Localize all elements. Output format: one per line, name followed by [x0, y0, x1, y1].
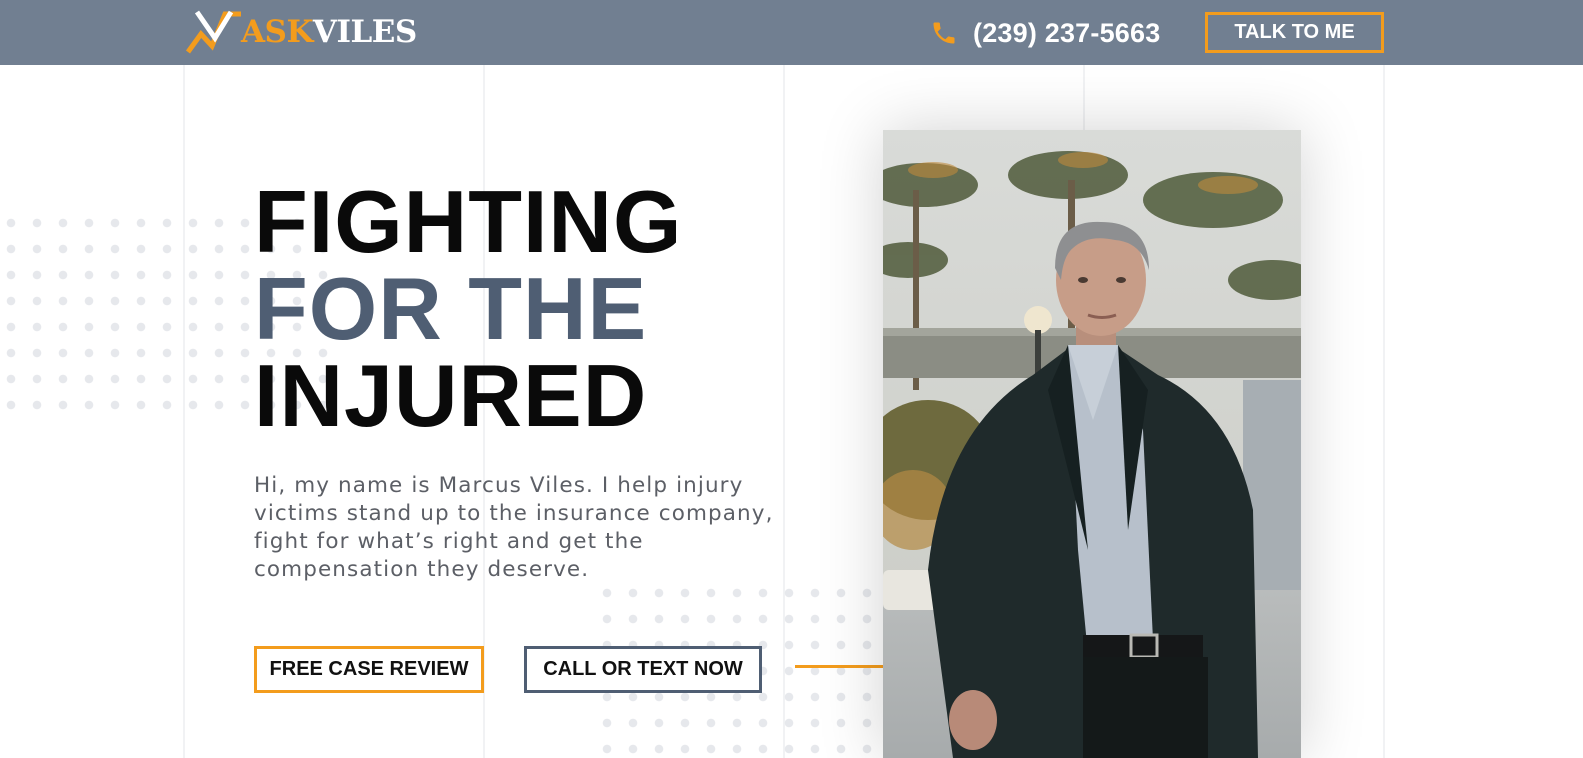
headline-line-2: FOR THE: [254, 259, 648, 358]
guide-line: [1383, 65, 1385, 758]
logo-wordmark: ASKVILES: [241, 13, 417, 50]
logo-viles: VILES: [312, 13, 417, 50]
hero-headline: FIGHTING FOR THE INJURED: [254, 172, 683, 445]
logo-mark-icon: [185, 10, 241, 54]
logo-ask: ASK: [241, 13, 313, 50]
free-case-review-button[interactable]: FREE CASE REVIEW: [254, 646, 484, 693]
call-or-text-button[interactable]: CALL OR TEXT NOW: [524, 646, 762, 693]
attorney-portrait-illustration: [883, 130, 1301, 758]
header-phone[interactable]: (239) 237-5663: [930, 14, 1160, 52]
hero-intro: Hi, my name is Marcus Viles. I help inju…: [254, 473, 774, 582]
talk-to-me-button[interactable]: TALK TO ME: [1205, 12, 1384, 53]
site-header: ASKVILES (239) 237-5663 TALK TO ME: [0, 0, 1583, 65]
headline-line-1: FIGHTING: [254, 172, 683, 271]
phone-number: (239) 237-5663: [973, 17, 1161, 48]
headline-line-3: INJURED: [254, 346, 648, 445]
phone-icon: [933, 22, 955, 44]
site-logo[interactable]: ASKVILES: [185, 8, 417, 56]
attorney-photo: [883, 130, 1301, 758]
